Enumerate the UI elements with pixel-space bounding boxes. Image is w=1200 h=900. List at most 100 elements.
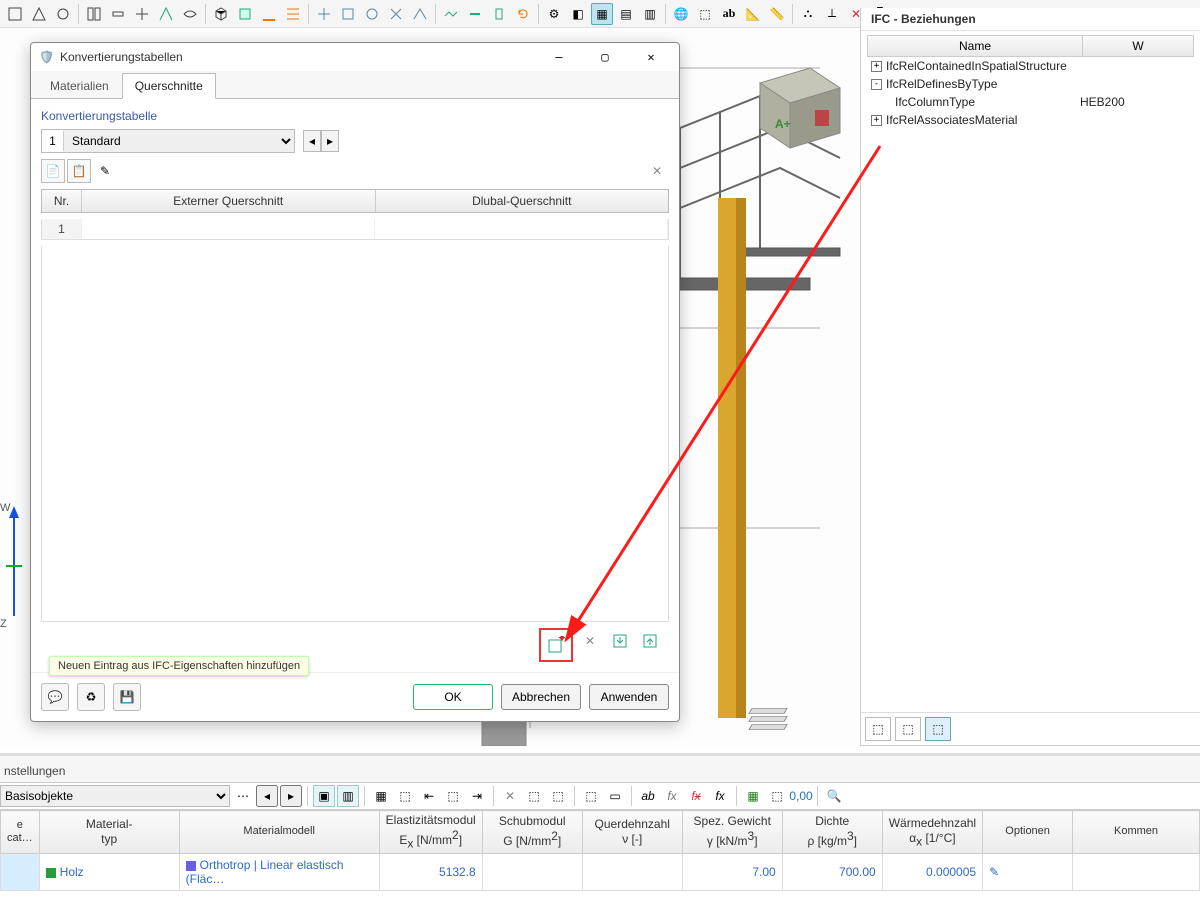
next-button[interactable]: ▸ bbox=[280, 785, 302, 807]
text-icon[interactable]: ab bbox=[718, 3, 740, 25]
col-nu: Querdehnzahlν [-] bbox=[582, 811, 682, 854]
precision-icon[interactable]: 0,00 bbox=[790, 785, 812, 807]
tool-icon[interactable]: ⇤ bbox=[418, 785, 440, 807]
grid-row[interactable]: 1 bbox=[41, 219, 669, 240]
delete-icon[interactable]: ✕ bbox=[499, 785, 521, 807]
tool-icon[interactable] bbox=[28, 3, 50, 25]
tool-icon[interactable]: 📐 bbox=[742, 3, 764, 25]
tool-icon[interactable] bbox=[385, 3, 407, 25]
tab-materialien[interactable]: Materialien bbox=[37, 73, 122, 98]
tool-icon[interactable]: ◧ bbox=[567, 3, 589, 25]
tool-icon[interactable]: 📏 bbox=[766, 3, 788, 25]
apply-button[interactable]: Anwenden bbox=[589, 684, 669, 710]
tab-querschnitte[interactable]: Querschnitte bbox=[122, 73, 216, 99]
tool-icon[interactable]: ⬚ bbox=[394, 785, 416, 807]
tool-icon[interactable] bbox=[409, 3, 431, 25]
export-button[interactable] bbox=[637, 628, 663, 654]
tool-icon[interactable]: ⟂ bbox=[821, 3, 843, 25]
ifc-tree-row[interactable]: - IfcRelDefinesByType bbox=[867, 75, 1194, 93]
tool-icon[interactable]: ▤ bbox=[615, 3, 637, 25]
settings-selector[interactable]: Basisobjekte bbox=[0, 785, 230, 807]
tool-icon[interactable] bbox=[258, 3, 280, 25]
copy-table-button[interactable]: 📋 bbox=[67, 159, 91, 183]
search-icon[interactable]: 🔍 bbox=[823, 785, 845, 807]
expand-icon[interactable]: + bbox=[871, 115, 882, 126]
minimize-button[interactable]: — bbox=[539, 45, 579, 69]
new-table-button[interactable]: 📄 bbox=[41, 159, 65, 183]
tool-icon[interactable]: ⬚ bbox=[442, 785, 464, 807]
tool-icon[interactable]: ⛬ bbox=[797, 3, 819, 25]
ifc-tree-row[interactable]: + IfcRelContainedInSpatialStructure bbox=[867, 57, 1194, 75]
ifc-tree-row[interactable]: + IfcRelAssociatesMaterial bbox=[867, 111, 1194, 129]
tool-icon[interactable] bbox=[313, 3, 335, 25]
cube-icon[interactable] bbox=[210, 3, 232, 25]
ifc-tree-row[interactable]: IfcColumnType HEB200 bbox=[867, 93, 1194, 111]
tool-icon[interactable]: ⬚ bbox=[694, 3, 716, 25]
dots-icon[interactable]: ⋯ bbox=[232, 785, 254, 807]
tool-icon[interactable] bbox=[131, 3, 153, 25]
fx-icon[interactable]: fx bbox=[709, 785, 731, 807]
gear-icon[interactable]: ⚙ bbox=[543, 3, 565, 25]
import-button[interactable] bbox=[607, 628, 633, 654]
tool-icon[interactable]: ▥ bbox=[639, 3, 661, 25]
ifc-tool-icon[interactable]: ⬚ bbox=[865, 717, 891, 741]
tool-icon[interactable]: ▦ bbox=[370, 785, 392, 807]
ifc-tool-icon[interactable]: ⬚ bbox=[925, 717, 951, 741]
next-button[interactable]: ▸ bbox=[321, 130, 339, 152]
prev-button[interactable]: ◂ bbox=[256, 785, 278, 807]
tool-icon[interactable]: ⬚ bbox=[547, 785, 569, 807]
settings-toolbar: Basisobjekte ⋯ ◂ ▸ ▣ ▥ ▦ ⬚ ⇤ ⬚ ⇥ ✕ ⬚ ⬚ ⬚… bbox=[0, 782, 1200, 810]
table-selector[interactable]: 1 Standard bbox=[41, 129, 295, 153]
maximize-button[interactable]: ▢ bbox=[585, 45, 625, 69]
cube-icon[interactable] bbox=[234, 3, 256, 25]
ok-button[interactable]: OK bbox=[413, 684, 493, 710]
expand-icon[interactable]: + bbox=[871, 61, 882, 72]
svg-text:A+: A+ bbox=[775, 117, 791, 131]
delete-row-button[interactable]: ✕ bbox=[577, 628, 603, 654]
col-emod: ElastizitätsmodulEx [N/mm2] bbox=[379, 811, 482, 854]
tool-icon[interactable] bbox=[83, 3, 105, 25]
cancel-button[interactable]: Abbrechen bbox=[501, 684, 581, 710]
delete-table-button[interactable]: ✕ bbox=[645, 159, 669, 183]
collapse-icon[interactable]: - bbox=[871, 79, 882, 90]
tool-icon[interactable] bbox=[107, 3, 129, 25]
tool-icon[interactable]: ▭ bbox=[604, 785, 626, 807]
table-select[interactable]: Standard bbox=[64, 130, 294, 152]
reset-button[interactable]: ♻ bbox=[77, 683, 105, 711]
tool-icon[interactable] bbox=[155, 3, 177, 25]
tool-icon[interactable] bbox=[464, 3, 486, 25]
cell-dlubal[interactable] bbox=[375, 219, 668, 239]
fx-icon[interactable]: ab bbox=[637, 785, 659, 807]
close-button[interactable]: ✕ bbox=[631, 45, 671, 69]
tool-icon[interactable] bbox=[282, 3, 304, 25]
tool-icon[interactable]: ⇥ bbox=[466, 785, 488, 807]
excel-icon[interactable]: ▦ bbox=[742, 785, 764, 807]
cell-ext[interactable] bbox=[82, 219, 375, 239]
tool-icon[interactable] bbox=[440, 3, 462, 25]
add-from-ifc-button[interactable]: ✦ bbox=[543, 632, 569, 658]
fx-icon[interactable]: fx bbox=[685, 785, 707, 807]
tool-icon[interactable]: ⬚ bbox=[523, 785, 545, 807]
tool-icon[interactable]: ▥ bbox=[337, 785, 359, 807]
fx-icon[interactable]: fx bbox=[661, 785, 683, 807]
layers-widget[interactable] bbox=[750, 706, 790, 736]
tool-icon[interactable]: ▣ bbox=[313, 785, 335, 807]
tool-icon[interactable] bbox=[361, 3, 383, 25]
dialog-titlebar[interactable]: 🛡️ Konvertierungstabellen — ▢ ✕ bbox=[31, 43, 679, 71]
tool-icon[interactable] bbox=[488, 3, 510, 25]
tool-icon[interactable] bbox=[4, 3, 26, 25]
tool-icon[interactable] bbox=[337, 3, 359, 25]
grid-view-icon[interactable]: ▦ bbox=[591, 3, 613, 25]
prev-button[interactable]: ◂ bbox=[303, 130, 321, 152]
tool-icon[interactable]: 🌐 bbox=[670, 3, 692, 25]
ifc-tool-icon[interactable]: ⬚ bbox=[895, 717, 921, 741]
table-row[interactable]: Holz Orthotrop | Linear elastisch (Fläc…… bbox=[1, 853, 1200, 890]
refresh-icon[interactable] bbox=[512, 3, 534, 25]
edit-table-button[interactable]: ✎ bbox=[93, 159, 117, 183]
tool-icon[interactable]: ⬚ bbox=[766, 785, 788, 807]
tool-icon[interactable]: ⬚ bbox=[580, 785, 602, 807]
help-button[interactable]: 💬 bbox=[41, 683, 69, 711]
tool-icon[interactable] bbox=[179, 3, 201, 25]
save-defaults-button[interactable]: 💾 bbox=[113, 683, 141, 711]
tool-icon[interactable] bbox=[52, 3, 74, 25]
